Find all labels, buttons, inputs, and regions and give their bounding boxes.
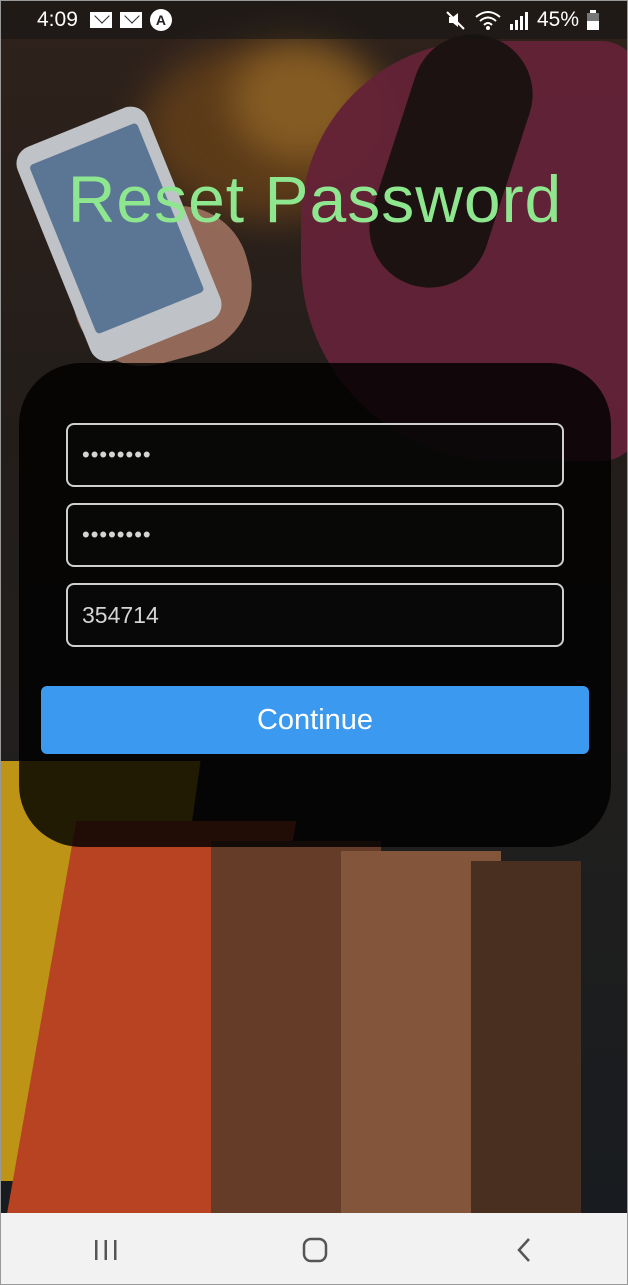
status-right: 45% bbox=[445, 8, 599, 32]
app-screen: 4:09 A 45% Reset Password •••••••• •••••… bbox=[0, 0, 628, 1285]
recents-icon bbox=[94, 1239, 117, 1260]
page-title: Reset Password bbox=[67, 162, 563, 236]
mail-icon bbox=[119, 12, 142, 28]
status-time: 4:09 bbox=[37, 8, 78, 31]
verification-code-value: 354714 bbox=[82, 601, 159, 628]
continue-button[interactable]: Continue bbox=[41, 686, 589, 754]
mail-icon bbox=[89, 12, 112, 28]
reset-form-card: •••••••• •••••••• 354714 Continue bbox=[19, 363, 611, 847]
verification-code-field[interactable]: 354714 bbox=[66, 583, 564, 647]
home-icon bbox=[302, 1237, 328, 1262]
status-bar: 4:09 A 45% bbox=[1, 1, 627, 39]
home-button[interactable] bbox=[285, 1220, 345, 1280]
new-password-value: •••••••• bbox=[82, 442, 152, 467]
battery-percent: 45% bbox=[536, 8, 579, 31]
wifi-icon bbox=[475, 11, 501, 30]
recents-button[interactable] bbox=[76, 1220, 136, 1280]
confirm-password-field[interactable]: •••••••• bbox=[66, 503, 564, 567]
navigation-bar bbox=[1, 1213, 627, 1284]
back-icon bbox=[517, 1237, 531, 1262]
confirm-password-value: •••••••• bbox=[82, 522, 152, 547]
battery-icon bbox=[587, 10, 599, 30]
app-icon: A bbox=[149, 9, 172, 31]
back-button[interactable] bbox=[494, 1220, 554, 1280]
new-password-field[interactable]: •••••••• bbox=[66, 423, 564, 487]
signal-icon bbox=[509, 12, 528, 30]
mute-icon bbox=[446, 11, 465, 30]
